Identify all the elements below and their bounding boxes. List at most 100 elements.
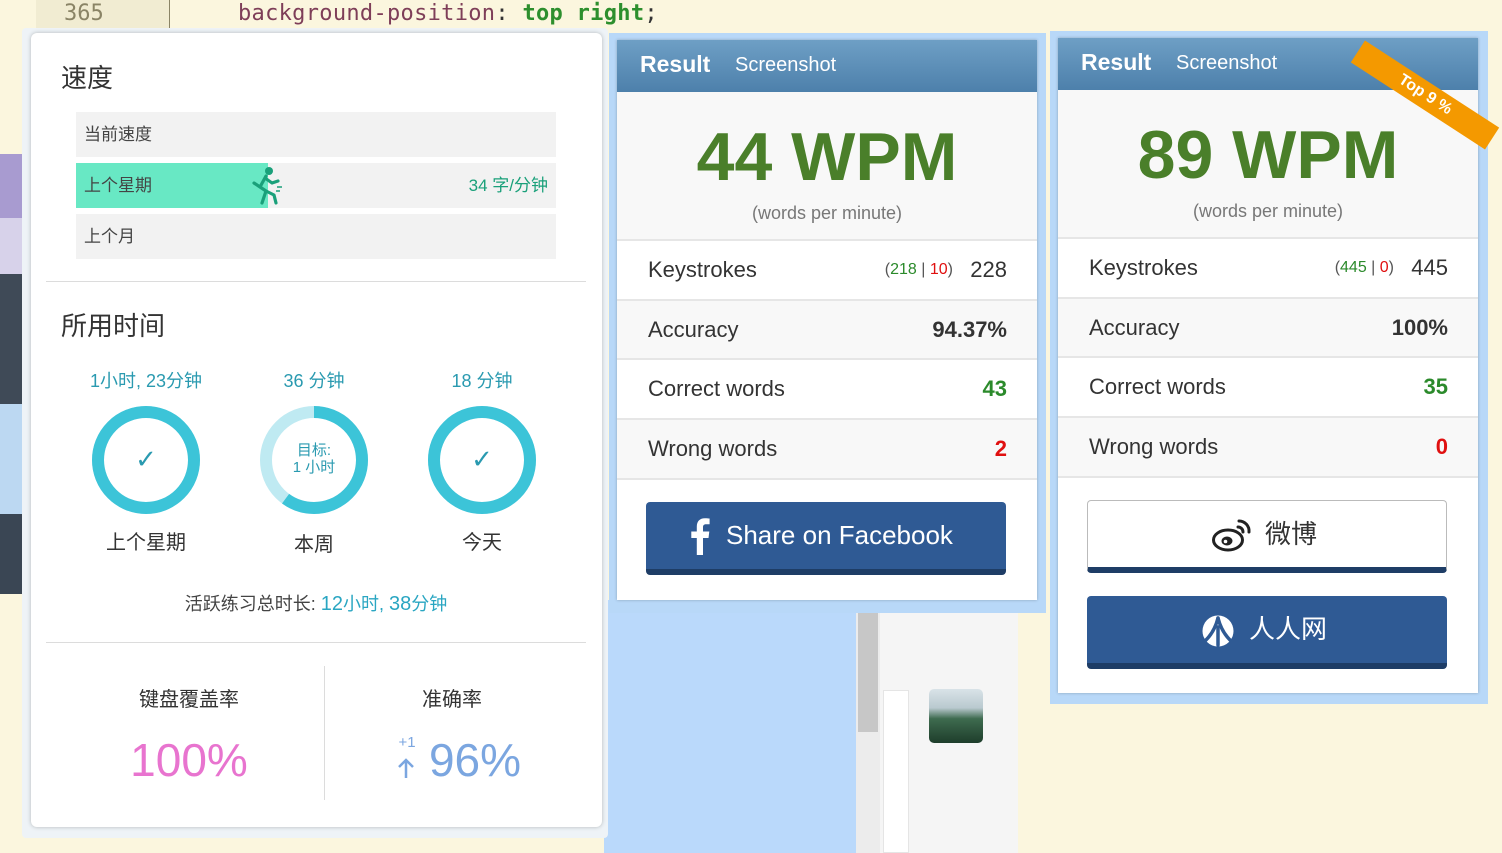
wrong-words-value: 0 — [1435, 434, 1448, 459]
total-minutes-unit: 分钟 — [411, 594, 448, 614]
section-divider — [46, 281, 586, 282]
correct-words-row: Correct words 43 — [617, 358, 1037, 418]
share-facebook-label: Share on Facebook — [726, 520, 953, 550]
wpm-area: 89 WPM (words per minute) — [1058, 90, 1478, 238]
correct-words-row: Correct words 35 — [1058, 356, 1478, 416]
share-weibo-label: 微博 — [1265, 519, 1318, 549]
background-area — [604, 600, 856, 853]
share-weibo-button[interactable]: 微博 — [1087, 500, 1447, 573]
background-card — [883, 690, 909, 853]
time-value-today: 18 分钟 — [451, 371, 513, 391]
keystrokes-correct: 218 — [890, 261, 917, 278]
correct-words-value: 35 — [1423, 374, 1448, 399]
scrollbar-thumb[interactable] — [858, 610, 878, 732]
ring-goal-value: 1 小时 — [292, 459, 336, 476]
facebook-icon — [691, 518, 710, 555]
accuracy-row-value: 100% — [1391, 315, 1448, 340]
code-colon: : — [495, 1, 509, 26]
weibo-icon — [1212, 519, 1251, 552]
speed-title: 速度 — [61, 63, 114, 93]
keystrokes-total: 445 — [1411, 255, 1448, 280]
share-renren-label: 人人网 — [1249, 614, 1328, 644]
accuracy-row-label: Accuracy — [1089, 315, 1180, 340]
accuracy-label: 准确率 — [422, 689, 482, 711]
coverage-label: 键盘覆盖率 — [139, 689, 239, 711]
bg-block — [0, 218, 24, 274]
keystrokes-row: Keystrokes (218 | 10) 228 — [617, 239, 1037, 299]
correct-words-label: Correct words — [648, 376, 785, 401]
wpm-caption: (words per minute) — [1192, 201, 1344, 221]
wpm-caption: (words per minute) — [751, 203, 903, 223]
accuracy-value: 96% — [428, 734, 522, 786]
wpm-value: 44 WPM — [696, 119, 958, 195]
time-used-title: 所用时间 — [61, 311, 166, 341]
section-divider — [46, 642, 586, 643]
time-label-last-week: 上个星期 — [106, 532, 186, 554]
keystrokes-detail: (445 | 0) — [1334, 259, 1394, 276]
speed-row-current[interactable]: 当前速度 — [76, 112, 556, 157]
keystrokes-label: Keystrokes — [1089, 255, 1198, 280]
speed-row-label: 上个星期 — [84, 176, 152, 195]
accuracy-row: Accuracy 94.37% — [617, 299, 1037, 359]
correct-words-label: Correct words — [1089, 374, 1226, 399]
keystrokes-detail: (218 | 10) — [884, 261, 953, 278]
time-label-today: 今天 — [462, 532, 502, 554]
wrong-words-label: Wrong words — [1089, 434, 1219, 459]
check-icon: ✓ — [135, 444, 157, 474]
bg-block — [0, 404, 24, 514]
speed-row-label: 上个月 — [84, 227, 135, 246]
code-value-top: top — [522, 1, 564, 26]
keystrokes-label: Keystrokes — [648, 257, 757, 282]
bg-block — [0, 154, 24, 218]
runner-icon — [252, 167, 282, 205]
renren-icon — [1202, 615, 1234, 647]
speed-row-last-month[interactable]: 上个月 — [76, 214, 556, 259]
ring-goal-label: 目标: — [296, 442, 332, 459]
total-hours-number: 12 — [320, 593, 343, 615]
time-label-this-week: 本周 — [294, 534, 334, 556]
result-title: Result — [1081, 49, 1152, 75]
wrong-words-value: 2 — [994, 436, 1007, 461]
wpm-value: 89 WPM — [1137, 117, 1399, 193]
accuracy-row-value: 94.37% — [932, 317, 1007, 342]
share-facebook-button[interactable]: Share on Facebook — [646, 502, 1006, 575]
time-value-last-week: 1小时, 23分钟 — [89, 371, 203, 391]
code-value-right: right — [576, 1, 645, 26]
keystrokes-correct: 445 — [1340, 259, 1367, 276]
total-minutes-number: 38 — [389, 593, 412, 615]
speed-row-label: 当前速度 — [84, 125, 152, 144]
bg-block — [0, 274, 24, 404]
result-card-right: Result Screenshot 89 WPM (words per minu… — [1058, 38, 1478, 693]
keystrokes-row: Keystrokes (445 | 0) 445 — [1058, 237, 1478, 297]
keystrokes-wrong: 10 — [929, 261, 948, 278]
total-practice-label: 活跃练习总时长: — [184, 594, 316, 614]
code-property: background-position — [238, 1, 496, 26]
keystrokes-wrong: 0 — [1379, 259, 1389, 276]
result-title: Result — [640, 51, 711, 77]
accuracy-row-label: Accuracy — [648, 317, 739, 342]
screenshot-tab[interactable]: Screenshot — [735, 54, 836, 77]
keystrokes-total: 228 — [970, 257, 1007, 282]
coverage-value: 100% — [130, 734, 248, 786]
result-header: Result Screenshot — [617, 40, 1037, 92]
total-hours-unit: 小时, — [343, 594, 385, 614]
bg-block — [0, 514, 24, 594]
accuracy-row: Accuracy 100% — [1058, 297, 1478, 357]
wrong-words-row: Wrong words 2 — [617, 418, 1037, 478]
check-icon: ✓ — [471, 444, 493, 474]
time-value-this-week: 36 分钟 — [283, 371, 345, 391]
line-number: 365 — [64, 1, 104, 26]
correct-words-value: 43 — [982, 376, 1007, 401]
code-text[interactable]: background-position: top right; — [238, 0, 658, 28]
wrong-words-label: Wrong words — [648, 436, 778, 461]
screenshot-tab[interactable]: Screenshot — [1176, 52, 1277, 75]
speed-row-value: 34 字/分钟 — [468, 176, 548, 195]
wpm-area: 44 WPM (words per minute) — [617, 92, 1037, 240]
total-practice-time: 活跃练习总时长: 12小时, 38分钟 — [46, 590, 586, 616]
speed-row-last-week[interactable]: 上个星期 34 字/分钟 — [76, 163, 556, 208]
forest-thumbnail[interactable] — [929, 689, 983, 743]
share-renren-button[interactable]: 人人网 — [1087, 596, 1447, 669]
code-editor-line: 365 background-position: top right; — [0, 0, 1502, 30]
wrong-words-row: Wrong words 0 — [1058, 416, 1478, 476]
code-semicolon: ; — [644, 1, 658, 26]
